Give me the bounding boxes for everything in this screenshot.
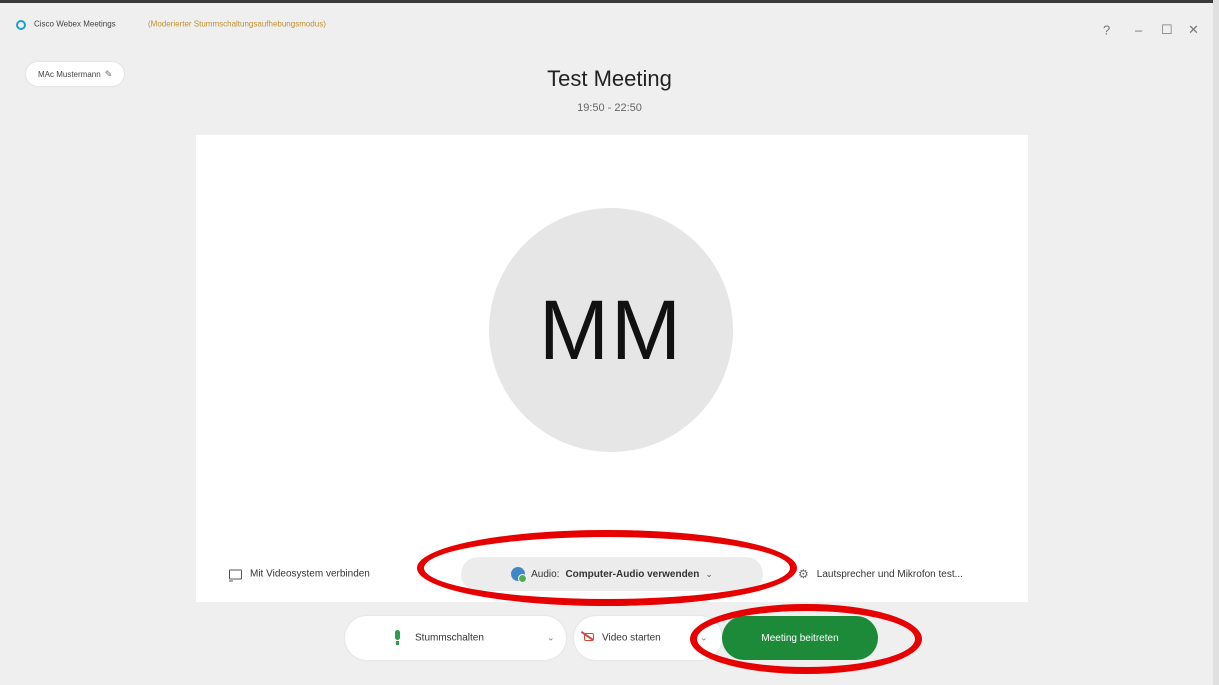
- meeting-title: Test Meeting: [547, 66, 672, 91]
- screen-icon: [229, 569, 242, 581]
- mute-label: Stummschalten: [415, 632, 484, 644]
- join-meeting-button[interactable]: Meeting beitreten: [722, 616, 878, 660]
- avatar: MM: [489, 208, 733, 452]
- connect-video-system-label: Mit Videosystem verbinden: [250, 568, 370, 580]
- audio-select-button[interactable]: Audio: Computer-Audio verwenden ⌄: [461, 557, 763, 591]
- maximize-button[interactable]: ☐: [1161, 22, 1173, 38]
- close-button[interactable]: ✕: [1188, 22, 1199, 38]
- audio-value: Computer-Audio verwenden: [565, 568, 700, 580]
- mute-button[interactable]: Stummschalten ⌄: [345, 616, 566, 660]
- video-off-icon: [584, 633, 594, 641]
- chevron-down-icon: ⌄: [705, 568, 713, 579]
- audio-prefix: Audio:: [531, 568, 560, 580]
- app-mode-label: (Moderierter Stummschaltungsaufhebungsmo…: [148, 19, 326, 29]
- help-icon[interactable]: ?: [1103, 23, 1110, 38]
- speaker-mic-test-label: Lautsprecher und Mikrofon test...: [816, 568, 963, 580]
- start-video-button[interactable]: Video starten ⌄: [574, 616, 722, 660]
- connect-video-system-option[interactable]: Mit Videosystem verbinden: [229, 568, 370, 581]
- title-bar: Cisco Webex Meetings (Moderierter Stumms…: [0, 3, 1219, 38]
- mute-options-chevron-icon[interactable]: ⌄: [547, 633, 555, 644]
- start-video-label: Video starten: [602, 632, 661, 644]
- meeting-time: 19:50 - 22:50: [577, 102, 642, 114]
- microphone-icon: [395, 630, 400, 645]
- gear-icon: ⚙: [798, 567, 809, 581]
- headset-icon: [511, 567, 528, 583]
- speaker-mic-test-option[interactable]: ⚙ Lautsprecher und Mikrofon test...: [798, 567, 963, 581]
- webex-logo-icon: [16, 20, 26, 30]
- app-title: Cisco Webex Meetings: [34, 19, 116, 29]
- video-options-chevron-icon[interactable]: ⌄: [700, 633, 708, 644]
- minimize-button[interactable]: –: [1135, 23, 1142, 38]
